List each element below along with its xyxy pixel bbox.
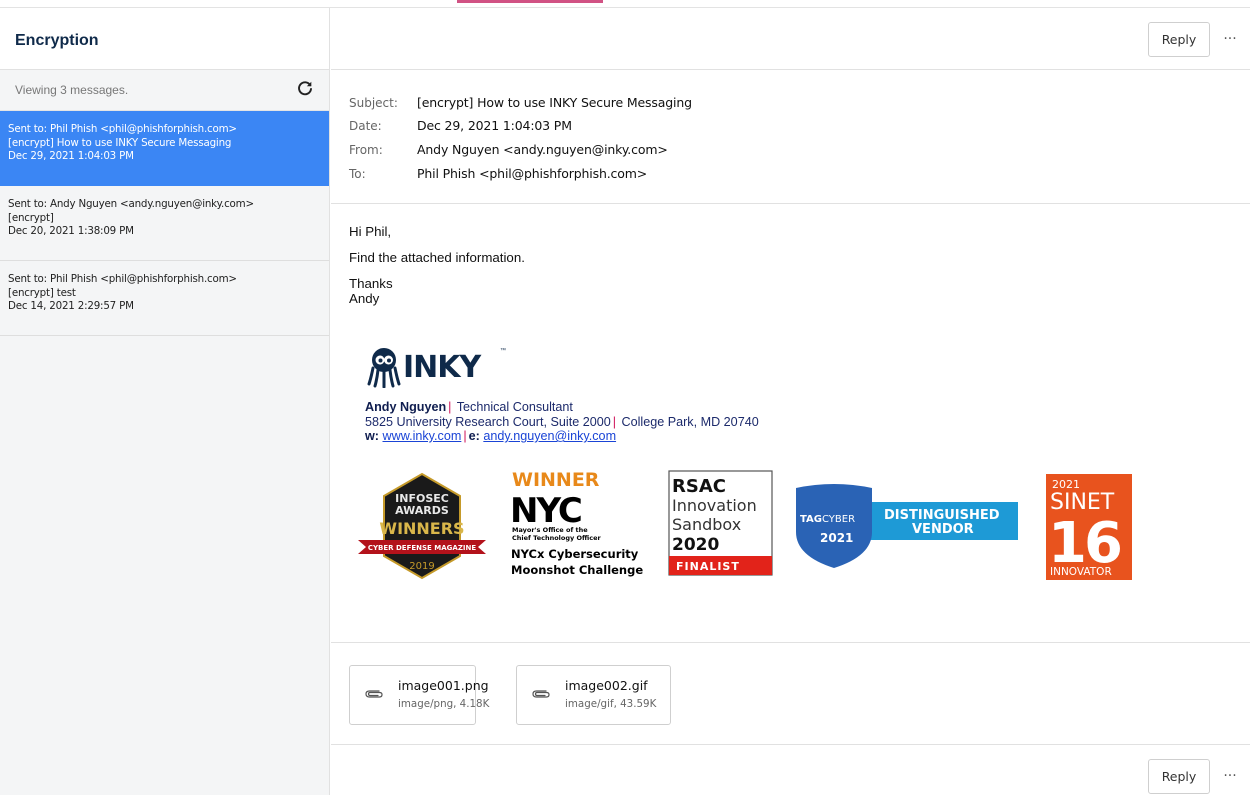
subject-label: Subject:	[349, 96, 398, 110]
badge-text: TAGCYBER	[800, 514, 855, 525]
sidebar-header: Encryption	[0, 8, 329, 70]
date-label: Date:	[349, 119, 382, 133]
email-label: e:	[468, 429, 480, 443]
refresh-icon[interactable]	[297, 80, 313, 96]
email-link[interactable]: andy.nguyen@inky.com	[483, 429, 616, 443]
message-recipient: Sent to: Phil Phish <phil@phishforphish.…	[8, 123, 237, 135]
from-value: Andy Nguyen <andy.nguyen@inky.com>	[417, 142, 668, 157]
award-badges: INFOSEC AWARDS WINNERS CYBER DEFENSE MAG…	[356, 466, 1136, 582]
badge-text: Mayor's Office of the	[512, 526, 588, 534]
from-label: From:	[349, 143, 383, 157]
separator: |	[612, 414, 616, 429]
reply-button[interactable]: Reply	[1148, 22, 1210, 57]
message-subject: [encrypt]	[8, 211, 54, 224]
attachments-section: image001.png image/png, 4.18K image002.g…	[331, 642, 1250, 745]
badge-text: FINALIST	[676, 560, 740, 573]
more-options-icon-bottom[interactable]: ···	[1219, 769, 1241, 789]
badge-text: NYC	[510, 491, 581, 531]
message-subject: [encrypt] How to use INKY Secure Messagi…	[8, 136, 232, 149]
badge-text: 2020	[672, 535, 719, 555]
signature-address-line: 5825 University Research Court, Suite 20…	[365, 415, 925, 430]
badge-text: Chief Technology Officer	[512, 534, 602, 542]
attachment-meta: image/png, 4.18K	[398, 698, 490, 710]
badge-text: RSAC	[672, 476, 726, 497]
subject-value: [encrypt] How to use INKY Secure Messagi…	[417, 95, 692, 110]
to-label: To:	[349, 167, 366, 181]
message-date: Dec 14, 2021 2:29:57 PM	[8, 300, 134, 312]
email-signature: INKY ™ Andy Nguyen | Technical Consultant…	[365, 346, 925, 444]
separator: |	[448, 400, 452, 414]
attachment-name: image002.gif	[565, 678, 648, 693]
message-subject: [encrypt] test	[8, 286, 76, 299]
reply-button-bottom[interactable]: Reply	[1148, 759, 1210, 794]
infosec-awards-badge: INFOSEC AWARDS WINNERS CYBER DEFENSE MAG…	[358, 472, 486, 580]
sinet-innovator-badge: 2021 SINET 16 INNOVATOR	[1046, 474, 1132, 580]
badge-text: Innovation	[672, 496, 757, 515]
separator: |	[463, 429, 467, 443]
badge-text: NYCx Cybersecurity	[511, 547, 639, 561]
web-label: w:	[365, 429, 379, 443]
body-text: Find the attached information.	[349, 250, 525, 265]
date-row: Date: Dec 29, 2021 1:04:03 PM	[349, 118, 572, 134]
badge-text: Sandbox	[672, 515, 741, 534]
nyc-winner-badge: WINNER NYC Mayor's Office of the Chief T…	[510, 469, 643, 577]
badge-text: VENDOR	[912, 522, 974, 537]
signature-name: Andy Nguyen	[365, 400, 447, 414]
badge-text: AWARDS	[395, 504, 449, 517]
signature-city: College Park, MD 20740	[618, 414, 759, 429]
signature-contact-line: w: www.inky.com | e: andy.nguyen@inky.com	[365, 429, 925, 444]
app-window: Encryption Viewing 3 messages. Sent to: …	[0, 0, 1250, 795]
badge-text: WINNERS	[379, 519, 464, 538]
body-greeting: Hi Phil,	[349, 224, 392, 239]
message-recipient: Sent to: Phil Phish <phil@phishforphish.…	[8, 273, 237, 285]
paperclip-icon	[365, 690, 383, 698]
top-border	[0, 0, 1250, 8]
loading-indicator	[457, 0, 603, 3]
signature-title: Technical Consultant	[453, 400, 573, 414]
date-value: Dec 29, 2021 1:04:03 PM	[417, 118, 572, 133]
octopus-logo-icon	[367, 348, 401, 388]
from-row: From: Andy Nguyen <andy.nguyen@inky.com>	[349, 142, 668, 158]
to-value: Phil Phish <phil@phishforphish.com>	[417, 166, 648, 181]
message-date: Dec 20, 2021 1:38:09 PM	[8, 225, 134, 237]
message-list-item[interactable]: Sent to: Andy Nguyen <andy.nguyen@inky.c…	[0, 186, 329, 261]
sidebar-title: Encryption	[15, 32, 99, 49]
inky-logo: INKY ™	[365, 346, 925, 394]
badge-text: 2019	[409, 561, 434, 572]
message-count-text: Viewing 3 messages.	[15, 83, 129, 97]
more-options-icon[interactable]: ···	[1219, 32, 1241, 52]
badge-text: 2021	[820, 531, 853, 545]
message-date: Dec 29, 2021 1:04:03 PM	[8, 150, 134, 162]
attachment-card[interactable]: image001.png image/png, 4.18K	[349, 665, 489, 725]
message-sidebar: Encryption Viewing 3 messages. Sent to: …	[0, 8, 330, 795]
body-signoff: Andy	[349, 291, 380, 306]
logo-wordmark: INKY	[403, 350, 481, 385]
badge-text: INNOVATOR	[1050, 566, 1112, 578]
badge-text: WINNER	[512, 469, 600, 491]
badge-text: Moonshot Challenge	[511, 563, 643, 577]
message-list-item[interactable]: Sent to: Phil Phish <phil@phishforphish.…	[0, 261, 329, 336]
message-headers: Subject: [encrypt] How to use INKY Secure…	[331, 70, 1250, 204]
signature-address: 5825 University Research Court, Suite 20…	[365, 414, 611, 429]
website-link[interactable]: www.inky.com	[383, 429, 462, 443]
tagcyber-vendor-badge: TAGCYBER 2021 DISTINGUISHED VENDOR	[796, 484, 1018, 568]
message-count-bar: Viewing 3 messages.	[0, 70, 329, 111]
message-body: Hi Phil, Find the attached information. …	[349, 224, 1229, 306]
message-view: Reply ··· Subject: [encrypt] How to use I…	[331, 8, 1250, 795]
subject-row: Subject: [encrypt] How to use INKY Secure…	[349, 95, 692, 111]
message-list-item[interactable]: Sent to: Phil Phish <phil@phishforphish.…	[0, 111, 329, 186]
message-toolbar: Reply ···	[331, 8, 1250, 70]
to-row: To: Phil Phish <phil@phishforphish.com>	[349, 166, 647, 182]
attachment-name: image001.png	[398, 678, 489, 693]
badge-text: CYBER DEFENSE MAGAZINE	[368, 544, 477, 552]
signature-name-line: Andy Nguyen | Technical Consultant	[365, 400, 925, 415]
attachment-card[interactable]: image002.gif image/gif, 43.59K	[516, 665, 671, 725]
message-recipient: Sent to: Andy Nguyen <andy.nguyen@inky.c…	[8, 198, 254, 210]
attachment-meta: image/gif, 43.59K	[565, 698, 657, 710]
body-closing: Thanks	[349, 276, 393, 291]
paperclip-icon	[532, 690, 550, 698]
rsac-sandbox-badge: RSAC Innovation Sandbox 2020 FINALIST	[668, 470, 773, 576]
badge-text: DISTINGUISHED	[884, 508, 1000, 523]
trademark-mark: ™	[500, 348, 506, 354]
